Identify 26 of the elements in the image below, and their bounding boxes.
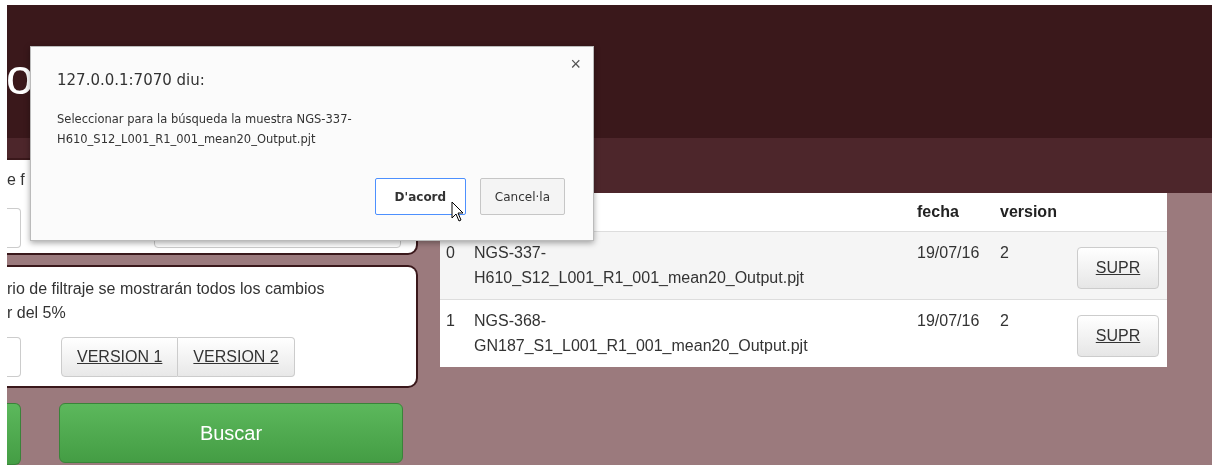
dialog-button[interactable]: D'acord [374,178,466,215]
table-cell-text: 2 [1000,311,1010,331]
table-cell-text: 19/07/16 [917,311,981,331]
column-header: fecha [917,203,960,221]
filter-label: e f [7,170,25,190]
delete-button[interactable]: SUPR [1077,246,1159,289]
dialog-button[interactable]: Cancel·la [479,178,565,215]
dialog-message: Seleccionar para la búsqueda la muestra NGS-337- H610_S12_L001_R1_001_mean20_Output.pjt [57,111,352,148]
column-header: version [1000,203,1058,221]
cursor-icon [451,201,465,223]
delete-button[interactable]: SUPR [1077,314,1159,357]
close-button[interactable]: × [570,55,581,73]
input-field[interactable] [7,208,21,248]
table-cell-text: 1 [445,311,456,331]
version-button[interactable]: VERSION 1 [61,337,179,377]
table-cell-text: 19/07/16 [917,243,981,263]
table-cell-text: NGS-337- H610_S12_L001_R1_001_mean20_Output.pjt [474,243,806,288]
dialog-title: 127.0.0.1:7070 diu: [57,71,205,89]
input-field[interactable] [7,337,21,377]
description-text: rio de filtraje se mostrarán todos los cambios [7,279,325,299]
table-cell-text: 2 [1000,243,1010,263]
version-button[interactable]: VERSION 2 [178,337,295,377]
table-cell-text: 0 [445,243,456,263]
description-text: r del 5% [7,303,66,323]
action-button[interactable] [7,403,21,465]
table-cell-text: NGS-368- GN187_S1_L001_R1_001_mean20_Output.pjt [474,311,809,356]
